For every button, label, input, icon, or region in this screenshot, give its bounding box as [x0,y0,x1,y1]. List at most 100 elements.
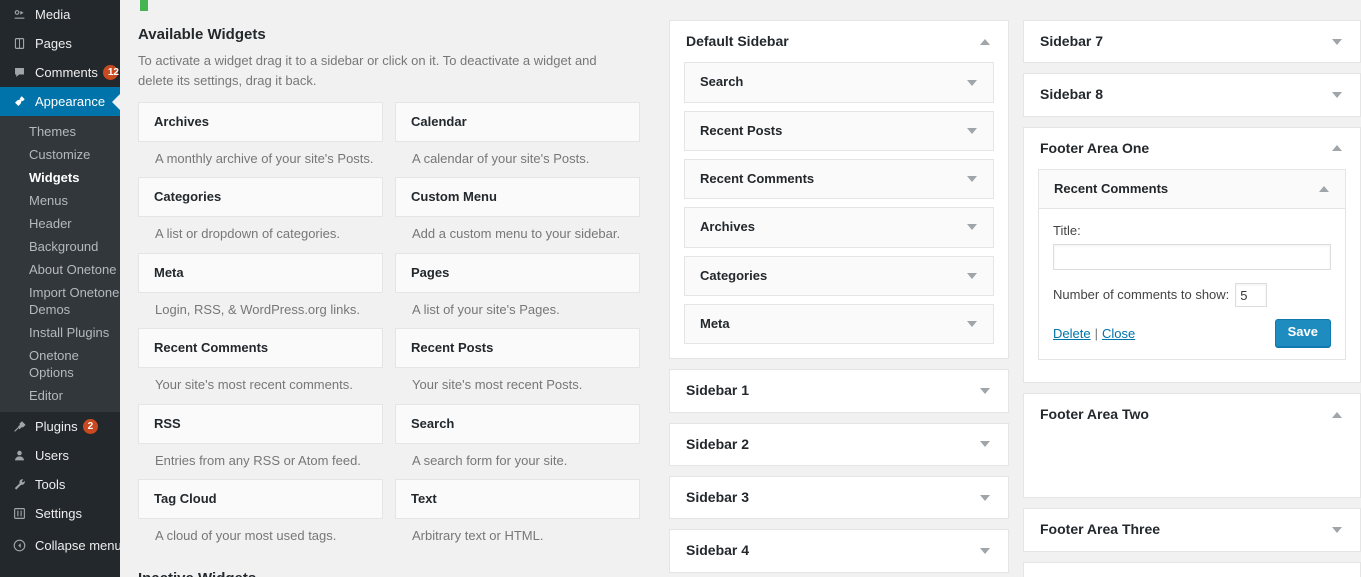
widget-card-rss[interactable]: RSS [138,403,383,444]
widget-card-tag-cloud[interactable]: Tag Cloud [138,479,383,520]
sidebar-item-label: Comments [35,65,98,80]
submenu-item-menus[interactable]: Menus [0,189,120,212]
sidebars-column-two: Sidebar 7 Sidebar 8 Footer Area One Rece… [1023,20,1361,577]
panel-header-sidebar-2[interactable]: Sidebar 2 [670,424,1008,465]
tools-icon [9,478,29,491]
widget-card-recent-posts[interactable]: Recent Posts [395,328,640,369]
submenu-item-background[interactable]: Background [0,235,120,258]
widget-card-text[interactable]: Text [395,479,640,520]
submenu-item-themes[interactable]: Themes [0,120,120,143]
sidebar-item-users[interactable]: Users [0,441,120,470]
sidebar-item-settings[interactable]: Settings [0,499,120,528]
chevron-down-icon[interactable] [980,441,990,448]
close-widget-link[interactable]: Close [1102,326,1135,341]
widget-card-archives[interactable]: Archives [138,102,383,142]
delete-widget-link[interactable]: Delete [1053,326,1091,341]
panel-body-footer-area-two[interactable] [1024,435,1360,497]
panel-title: Default Sidebar [686,33,789,49]
widget-row-title: Meta [700,315,730,331]
submenu-item-header[interactable]: Header [0,212,120,235]
widget-card-search[interactable]: Search [395,403,640,444]
widget-title-input[interactable] [1053,244,1331,271]
chevron-down-icon[interactable] [980,548,990,555]
sidebar-item-plugins[interactable]: Plugins 2 [0,412,120,441]
available-widget-item: Categories A list or dropdown of categor… [138,177,383,252]
submenu-item-import-onetone-demos[interactable]: Import Onetone Demos [0,281,120,321]
comments-icon [9,66,29,79]
chevron-down-icon[interactable] [980,494,990,501]
submenu-item-widgets[interactable]: Widgets [0,166,120,189]
submenu-item-install-plugins[interactable]: Install Plugins [0,321,120,344]
link-separator: | [1094,325,1098,341]
widget-description: Your site's most recent comments. [155,377,353,393]
chevron-down-icon[interactable] [967,79,977,86]
sidebar-item-label: Appearance [35,94,106,109]
submenu-item-onetone-options[interactable]: Onetone Options [0,344,120,384]
panel-header-default-sidebar[interactable]: Default Sidebar [670,21,1008,62]
sidebar-item-media[interactable]: Media [0,0,120,29]
panel-header-footer-area-three[interactable]: Footer Area Three [1024,509,1360,550]
appearance-submenu: Themes Customize Widgets Menus Header Ba… [0,116,120,412]
plugin-icon [9,420,29,433]
sidebar-item-comments[interactable]: Comments 12 [0,58,120,87]
submenu-item-customize[interactable]: Customize [0,143,120,166]
sidebar-widget-row-recent-posts[interactable]: Recent Posts [684,110,994,151]
number-of-comments-label: Number of comments to show: [1053,287,1230,303]
chevron-down-icon[interactable] [967,176,977,183]
sidebar-panel-sidebar-3: Sidebar 3 [669,475,1009,520]
sidebar-item-label: Collapse menu [35,538,120,553]
sidebar-widget-row-categories[interactable]: Categories [684,255,994,296]
available-widget-item: Calendar A calendar of your site's Posts… [395,102,640,177]
panel-header-sidebar-8[interactable]: Sidebar 8 [1024,74,1360,115]
chevron-down-icon[interactable] [980,387,990,394]
panel-title: Sidebar 3 [686,488,750,505]
sidebar-item-pages[interactable]: Pages [0,29,120,58]
sidebar-widget-row-meta[interactable]: Meta [684,303,994,345]
open-widget-form: Title: Number of comments to show: Delet… [1039,209,1345,358]
widget-card-recent-comments[interactable]: Recent Comments [138,328,383,369]
chevron-up-icon[interactable] [1319,186,1329,193]
widget-card-calendar[interactable]: Calendar [395,102,640,142]
chevron-down-icon[interactable] [967,321,977,328]
chevron-down-icon[interactable] [1332,38,1342,45]
chevron-down-icon[interactable] [1332,527,1342,534]
sidebar-panel-footer-area-three: Footer Area Three [1023,508,1361,552]
panel-header-sidebar-1[interactable]: Sidebar 1 [670,370,1008,411]
chevron-up-icon[interactable] [1332,145,1342,152]
chevron-down-icon[interactable] [967,272,977,279]
widget-description: A monthly archive of your site's Posts. [155,150,374,166]
panel-header-footer-area-one[interactable]: Footer Area One [1024,128,1360,169]
panel-header-footer-area-four[interactable]: Footer Area Four [1024,563,1360,577]
number-of-comments-input[interactable] [1235,283,1268,308]
chevron-down-icon[interactable] [1332,92,1342,99]
widget-row-title: Recent Comments [700,170,815,186]
sidebar-widget-row-search[interactable]: Search [684,62,994,103]
save-button[interactable]: Save [1274,319,1331,347]
panel-header-sidebar-7[interactable]: Sidebar 7 [1024,21,1360,62]
widget-card-categories[interactable]: Categories [138,177,383,218]
sidebar-widget-row-archives[interactable]: Archives [684,207,994,248]
submenu-item-about-onetone[interactable]: About Onetone [0,258,120,281]
available-widget-item: Recent Comments Your site's most recent … [138,328,383,403]
panel-header-sidebar-3[interactable]: Sidebar 3 [670,477,1008,518]
available-widget-item: Tag Cloud A cloud of your most used tags… [138,479,383,554]
open-widget-header[interactable]: Recent Comments [1039,170,1345,210]
pages-icon [9,37,29,50]
widget-row-title: Search [700,74,744,90]
panel-header-sidebar-4[interactable]: Sidebar 4 [670,530,1008,571]
sidebar-widget-row-recent-comments[interactable]: Recent Comments [684,158,994,200]
panel-header-footer-area-two[interactable]: Footer Area Two [1024,394,1360,435]
chevron-down-icon[interactable] [967,127,977,134]
sidebar-item-appearance[interactable]: Appearance [0,87,120,116]
panel-title: Footer Area Two [1040,405,1149,422]
widget-card-pages[interactable]: Pages [395,252,640,293]
chevron-down-icon[interactable] [967,224,977,231]
chevron-up-icon[interactable] [980,38,990,45]
collapse-menu-button[interactable]: Collapse menu [0,531,120,560]
submenu-item-editor[interactable]: Editor [0,384,120,407]
sidebar-item-tools[interactable]: Tools [0,470,120,499]
widget-card-meta[interactable]: Meta [138,252,383,293]
chevron-up-icon[interactable] [1332,411,1342,418]
widget-card-custom-menu[interactable]: Custom Menu [395,177,640,218]
sidebar-panel-default-sidebar: Default Sidebar Search Recent Posts Rece… [669,20,1009,360]
